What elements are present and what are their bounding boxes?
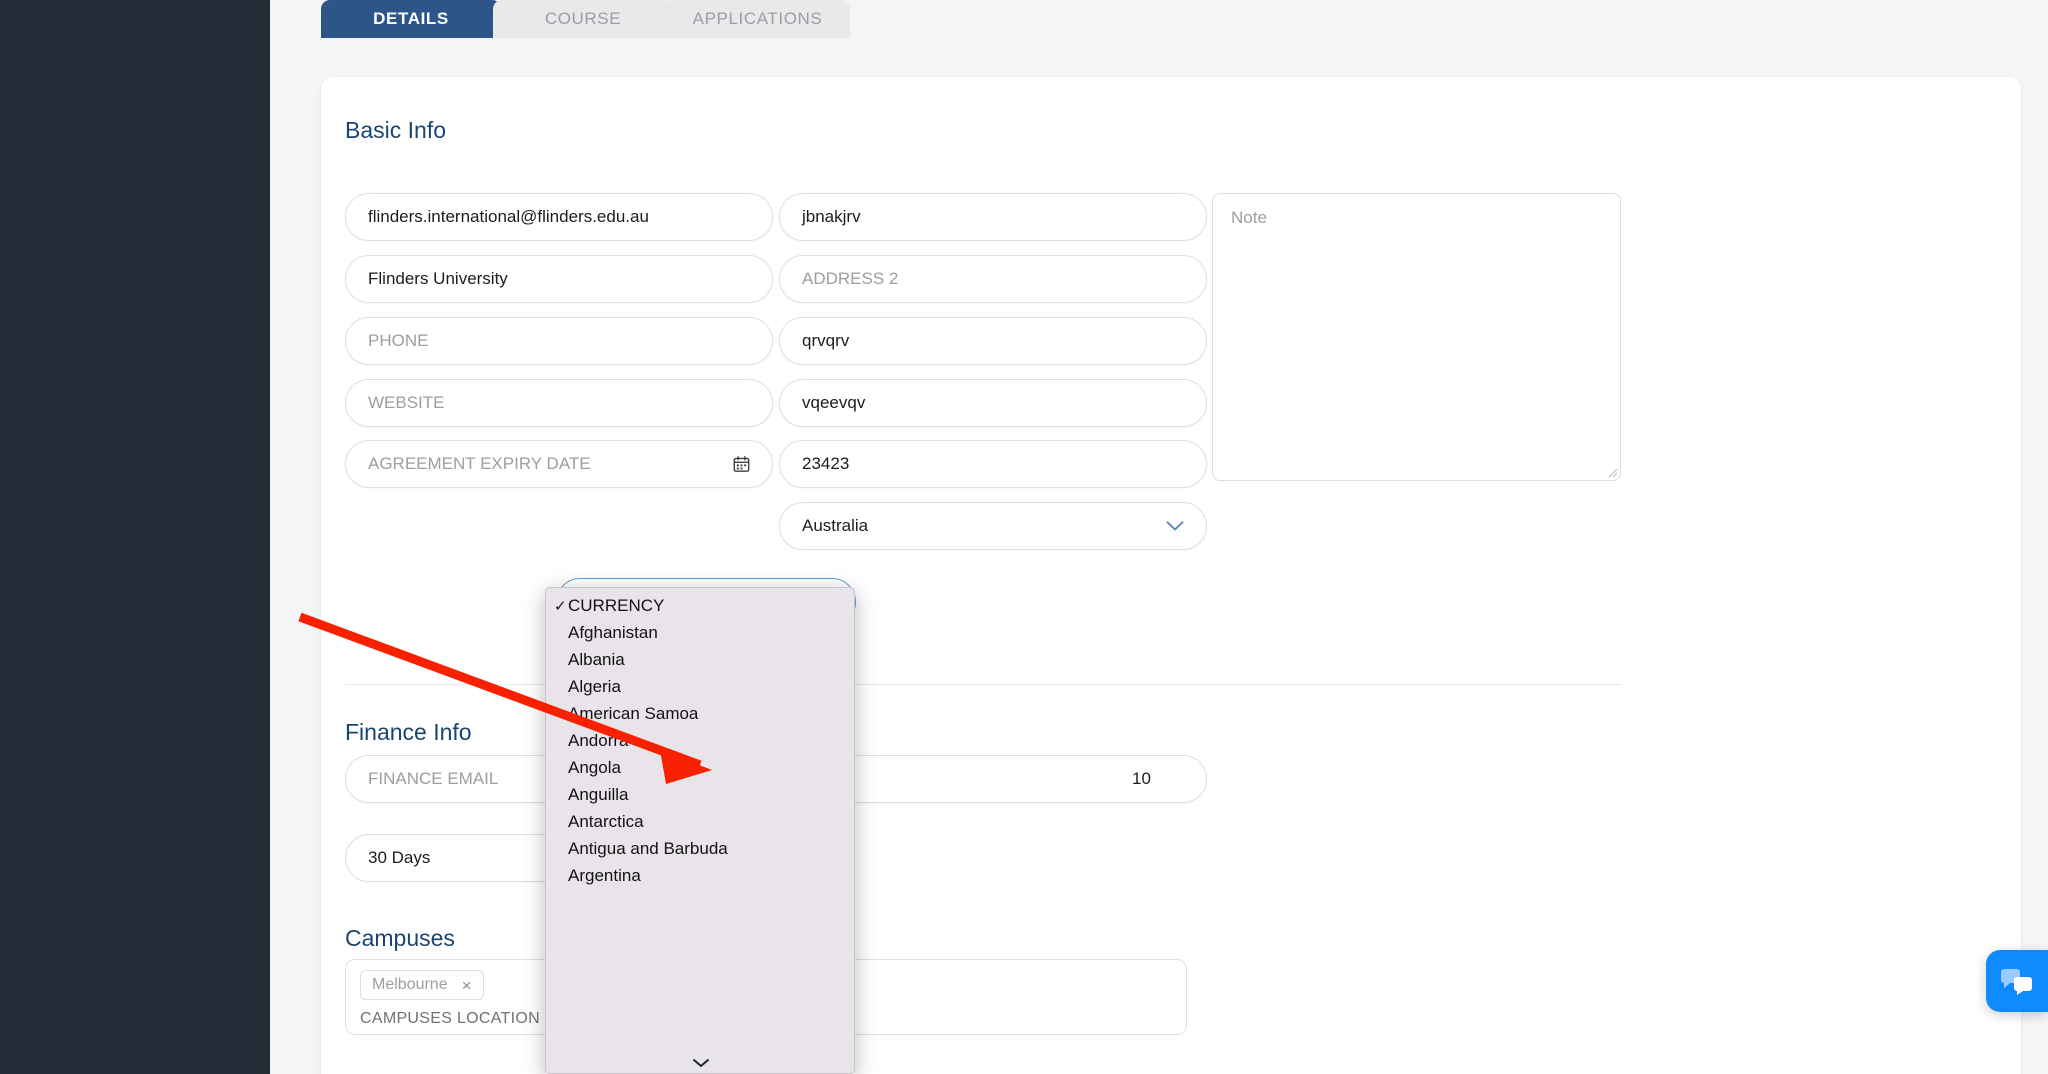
dropdown-option-label: Albania: [568, 650, 625, 670]
dropdown-option-label: Antarctica: [568, 812, 644, 832]
dropdown-option-antarctica[interactable]: Antarctica: [546, 808, 854, 835]
chevron-down-icon[interactable]: [1166, 521, 1184, 532]
calendar-icon[interactable]: [733, 456, 750, 473]
dropdown-option-anguilla[interactable]: Anguilla: [546, 781, 854, 808]
dropdown-option-label: Argentina: [568, 866, 641, 886]
phone-field[interactable]: PHONE: [345, 317, 773, 365]
commission-value: 10: [1132, 769, 1151, 789]
country-select-value: Australia: [802, 516, 868, 536]
agreement-expiry-date-field[interactable]: AGREEMENT EXPIRY DATE: [345, 440, 773, 488]
dropdown-option-afghanistan[interactable]: Afghanistan: [546, 619, 854, 646]
basic-info-heading: Basic Info: [345, 117, 446, 144]
dropdown-option-label: American Samoa: [568, 704, 698, 724]
dropdown-scroll-down-indicator[interactable]: [546, 1054, 855, 1072]
dropdown-option-angola[interactable]: Angola: [546, 754, 854, 781]
address2-field[interactable]: ADDRESS 2: [779, 255, 1207, 303]
chat-bubbles-icon: [2000, 966, 2034, 996]
dropdown-option-label: Afghanistan: [568, 623, 658, 643]
tab-strip: DETAILS COURSE APPLICATIONS: [321, 0, 850, 38]
dropdown-option-algeria[interactable]: Algeria: [546, 673, 854, 700]
dropdown-option-argentina[interactable]: Argentina: [546, 862, 854, 889]
close-icon[interactable]: ×: [462, 977, 472, 994]
left-sidebar-rail: [0, 0, 270, 1074]
dropdown-option-label: Antigua and Barbuda: [568, 839, 728, 859]
state-field[interactable]: vqeevqv: [779, 379, 1207, 427]
screen-root: DETAILS COURSE APPLICATIONS Basic Info f…: [0, 0, 2048, 1074]
country-select[interactable]: Australia: [779, 502, 1207, 550]
postcode-field[interactable]: 23423: [779, 440, 1207, 488]
website-field[interactable]: WEBSITE: [345, 379, 773, 427]
campus-chip-label: Melbourne: [372, 976, 448, 994]
email-field[interactable]: flinders.international@flinders.edu.au: [345, 193, 773, 241]
chevron-down-icon: [692, 1058, 710, 1068]
finance-info-heading: Finance Info: [345, 719, 472, 746]
institution-name-field[interactable]: Flinders University: [345, 255, 773, 303]
note-textarea[interactable]: Note: [1212, 193, 1621, 481]
dropdown-option-currency[interactable]: ✓ CURRENCY: [546, 592, 854, 619]
tab-course[interactable]: COURSE: [493, 0, 673, 38]
agreement-expiry-date-label: AGREEMENT EXPIRY DATE: [368, 454, 591, 474]
tab-applications[interactable]: APPLICATIONS: [665, 0, 850, 38]
tab-details[interactable]: DETAILS: [321, 0, 501, 38]
dropdown-option-label: Angola: [568, 758, 621, 778]
resize-handle-icon[interactable]: [1606, 466, 1618, 478]
note-placeholder-text: Note: [1231, 208, 1267, 227]
campuses-heading: Campuses: [345, 925, 455, 952]
dropdown-option-albania[interactable]: Albania: [546, 646, 854, 673]
payment-terms-value: 30 Days: [368, 848, 430, 868]
currency-dropdown-menu[interactable]: ✓ CURRENCY Afghanistan Albania Algeria A…: [545, 587, 855, 1074]
dropdown-option-antigua-and-barbuda[interactable]: Antigua and Barbuda: [546, 835, 854, 862]
finance-email-placeholder-text: FINANCE EMAIL: [368, 769, 498, 789]
chat-widget-button[interactable]: [1986, 950, 2048, 1012]
dropdown-option-label: Andorra: [568, 731, 628, 751]
dropdown-option-label: Algeria: [568, 677, 621, 697]
city-field[interactable]: qrvqrv: [779, 317, 1207, 365]
address1-field[interactable]: jbnakjrv: [779, 193, 1207, 241]
dropdown-option-label: Anguilla: [568, 785, 629, 805]
dropdown-option-label: CURRENCY: [568, 596, 664, 616]
check-icon: ✓: [554, 597, 567, 615]
campus-chip-melbourne[interactable]: Melbourne ×: [360, 970, 484, 1000]
section-divider: [345, 684, 1621, 685]
dropdown-option-andorra[interactable]: Andorra: [546, 727, 854, 754]
dropdown-option-american-samoa[interactable]: American Samoa: [546, 700, 854, 727]
